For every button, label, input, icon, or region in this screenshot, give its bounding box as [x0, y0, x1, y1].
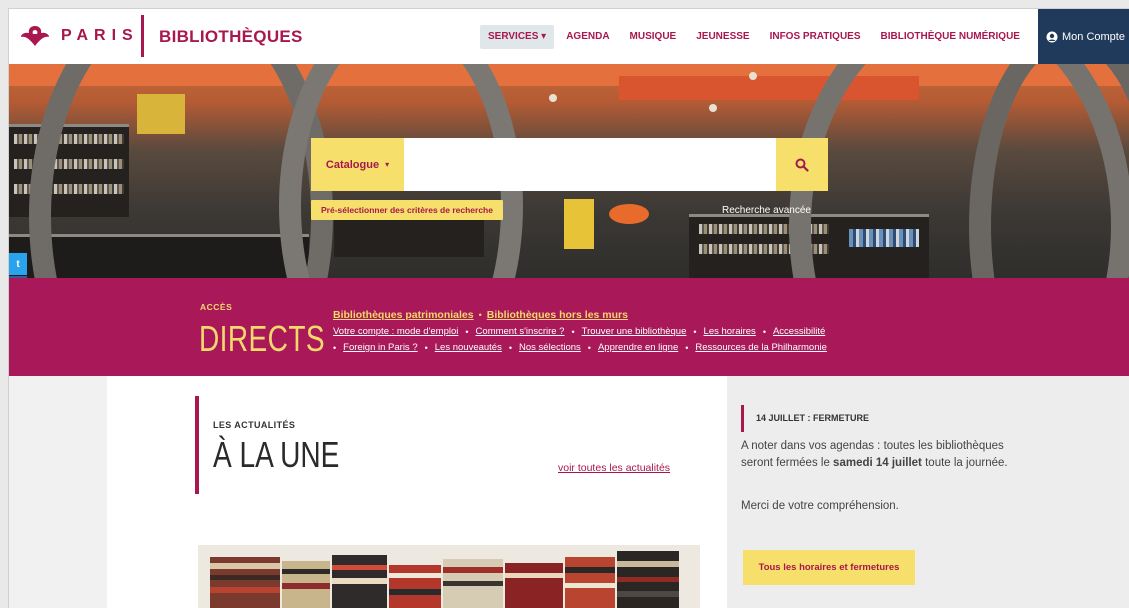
twitter-icon[interactable]: t [9, 253, 27, 275]
notice-text-after: toute la journée. [921, 457, 1008, 469]
acces-label: ACCÈS [200, 302, 233, 312]
news-section: LES ACTUALITÉS À LA UNE voir toutes les … [107, 376, 727, 608]
news-label: LES ACTUALITÉS [213, 420, 296, 430]
quick-access-banner: ACCÈS DIRECTS Bibliothèques patrimoniale… [9, 278, 1129, 376]
site-header: PARIS BIBLIOTHÈQUES SERVICES ▾ AGENDA MU… [9, 9, 1129, 65]
quick-links-row: Votre compte : mode d'emploi • Comment s… [333, 326, 973, 337]
nav-agenda[interactable]: AGENDA [556, 25, 619, 49]
chevron-down-icon: ▾ [385, 160, 390, 169]
link-trouver-bibliotheque[interactable]: Trouver une bibliothèque [582, 326, 687, 337]
link-foreign-in-paris[interactable]: Foreign in Paris ? [343, 342, 417, 353]
bullet: • [478, 310, 482, 320]
notice-accent-bar [741, 405, 744, 432]
preselect-criteria-button[interactable]: Pré-sélectionner des critères de recherc… [311, 200, 503, 220]
bullet: • [508, 342, 513, 353]
link-apprendre-en-ligne[interactable]: Apprendre en ligne [598, 342, 678, 353]
logo-paris-text[interactable]: PARIS [61, 27, 139, 45]
bullet: • [693, 326, 697, 337]
user-icon [1046, 31, 1058, 42]
hero-arch [969, 64, 1129, 278]
main-nav: SERVICES ▾ AGENDA MUSIQUE JEUNESSE INFOS… [480, 25, 1030, 49]
hero-yellow-bin [564, 199, 594, 249]
see-all-news-link[interactable]: voir toutes les actualités [558, 462, 670, 474]
bullet: • [571, 326, 575, 337]
bullet: • [685, 342, 689, 353]
account-label: Mon Compte [1062, 30, 1125, 43]
search-icon [795, 158, 809, 172]
catalogue-dropdown[interactable]: Catalogue ▾ [311, 138, 404, 191]
link-nos-selections[interactable]: Nos sélections [519, 342, 581, 353]
nav-musique[interactable]: MUSIQUE [620, 25, 687, 49]
hero-lamp [749, 72, 757, 80]
closure-notice: 14 JUILLET : FERMETURE A noter dans vos … [727, 376, 1129, 608]
nav-services[interactable]: SERVICES ▾ [480, 25, 555, 49]
quick-links-row: Bibliothèques patrimoniales • Bibliothèq… [333, 309, 973, 321]
bullet: • [587, 342, 591, 353]
link-accessibilite[interactable]: Accessibilité [773, 326, 825, 337]
link-bibliotheques-hors-les-murs[interactable]: Bibliothèques hors les murs [487, 309, 628, 321]
link-votre-compte[interactable]: Votre compte : mode d'emploi [333, 326, 458, 337]
hero-lamp [709, 104, 717, 112]
link-les-nouveautes[interactable]: Les nouveautés [435, 342, 502, 353]
quick-links-row: • Foreign in Paris ? • Les nouveautés • … [333, 342, 973, 353]
search-input[interactable] [404, 138, 776, 191]
bullet: • [465, 326, 469, 337]
notice-thanks: Merci de votre compréhension. [741, 500, 899, 512]
hero-banner: Catalogue ▾ Pré-sélectionner des critère… [9, 64, 1129, 278]
all-hours-button[interactable]: Tous les horaires et fermetures [743, 550, 915, 585]
account-button[interactable]: Mon Compte [1038, 9, 1129, 64]
link-les-horaires[interactable]: Les horaires [704, 326, 756, 337]
quick-links: Bibliothèques patrimoniales • Bibliothèq… [333, 309, 973, 358]
nav-infos-pratiques[interactable]: INFOS PRATIQUES [760, 25, 871, 49]
news-image[interactable] [198, 545, 700, 608]
bullet: • [333, 342, 337, 353]
page: PARIS BIBLIOTHÈQUES SERVICES ▾ AGENDA MU… [8, 8, 1129, 608]
logo-separator [141, 15, 144, 57]
news-heading: À LA UNE [213, 434, 340, 475]
books-stack-image [198, 545, 700, 608]
link-bibliotheques-patrimoniales[interactable]: Bibliothèques patrimoniales [333, 309, 474, 321]
catalogue-dropdown-label: Catalogue [325, 158, 380, 171]
directs-heading: DIRECTS [199, 318, 325, 359]
notice-text-bold: samedi 14 juillet [833, 457, 922, 469]
nav-bibliotheque-numerique[interactable]: BIBLIOTHÈQUE NUMÉRIQUE [871, 25, 1030, 49]
link-ressources-philharmonie[interactable]: Ressources de la Philharmonie [695, 342, 826, 353]
link-comment-sinscrire[interactable]: Comment s'inscrire ? [476, 326, 565, 337]
paris-logo-icon[interactable] [19, 24, 51, 48]
bullet: • [424, 342, 428, 353]
hero-orange-pouf [609, 204, 649, 224]
search-button[interactable] [776, 138, 828, 191]
news-accent-bar [195, 396, 199, 494]
logo-bibliotheques-text[interactable]: BIBLIOTHÈQUES [159, 27, 303, 47]
bullet: • [762, 326, 766, 337]
catalogue-search: Catalogue ▾ [311, 138, 828, 191]
notice-text: A noter dans vos agendas : toutes les bi… [741, 438, 1011, 472]
nav-jeunesse[interactable]: JEUNESSE [686, 25, 759, 49]
hero-lamp [549, 94, 557, 102]
notice-title: 14 JUILLET : FERMETURE [756, 413, 870, 423]
advanced-search-link[interactable]: Recherche avancée [722, 205, 811, 216]
